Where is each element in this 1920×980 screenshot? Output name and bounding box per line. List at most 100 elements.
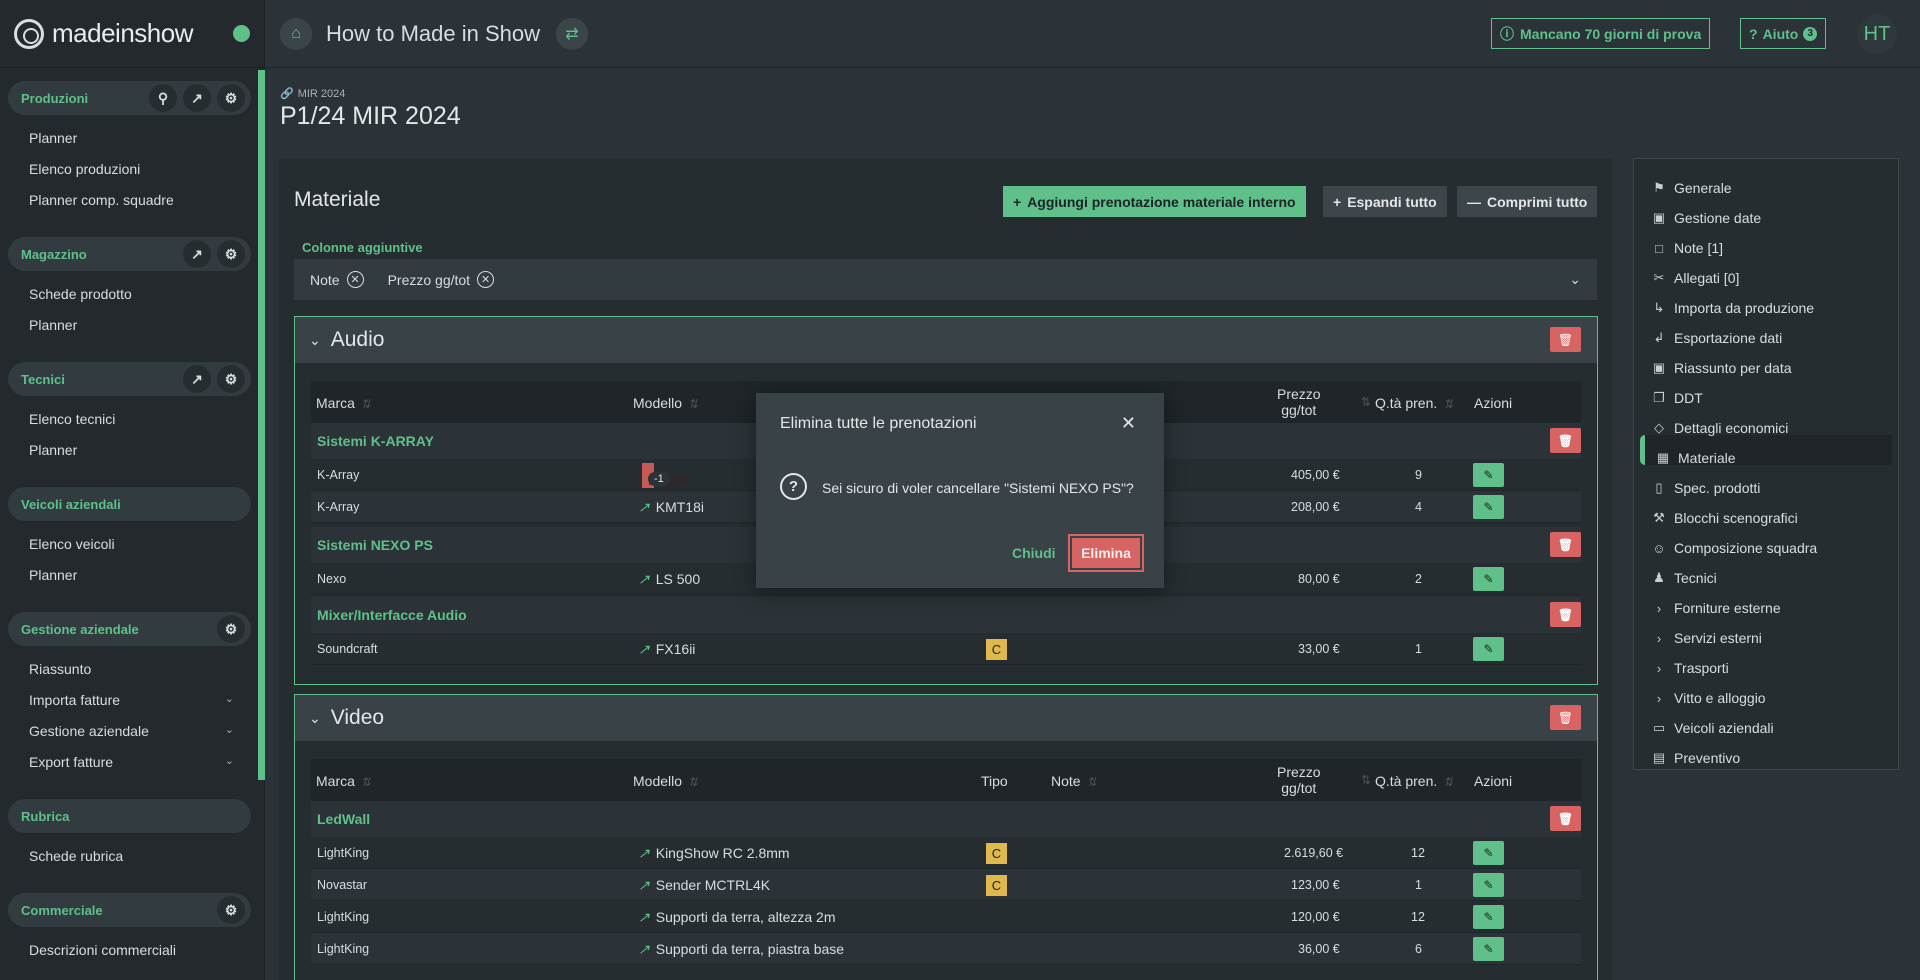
nav-item-riassunto[interactable]: Riassunto <box>29 661 234 677</box>
nav-item-descrizioni-commerciali[interactable]: Descrizioni commerciali <box>29 942 234 958</box>
nav-generale[interactable]: ⚑ Generale <box>1652 180 1731 196</box>
col-marca[interactable]: Marca ⇅ <box>316 773 371 789</box>
cell-modello[interactable]: ↗ Supporti da terra, altezza 2m <box>638 909 836 926</box>
col-modello[interactable]: Modello ⇅ <box>633 773 698 789</box>
nav-item-gestione-aziendale[interactable]: Gestione aziendale ⌄ <box>29 723 234 739</box>
chart-icon[interactable]: ↗ <box>183 365 211 393</box>
gear-icon[interactable]: ⚙ <box>217 365 245 393</box>
gear-icon[interactable]: ⚙ <box>217 896 245 924</box>
edit-icon[interactable]: ✎ <box>1473 495 1504 519</box>
col-modello[interactable]: Modello ⇅ <box>633 395 698 411</box>
col-qta[interactable]: Q.tà pren. ⇅ <box>1375 773 1453 789</box>
section-veicoli-aziendali[interactable]: Veicoli aziendali <box>8 487 251 521</box>
nav-item-planner[interactable]: Planner <box>29 567 234 583</box>
expand-all-button[interactable]: + Espandi tutto <box>1323 186 1447 217</box>
nav-servizi-esterni[interactable]: › Servizi esterni <box>1652 630 1762 646</box>
trial-badge[interactable]: ⓘ Mancano 70 giorni di prova <box>1491 18 1711 49</box>
chart-icon[interactable]: ↗ <box>183 240 211 268</box>
nav-item-elenco-veicoli[interactable]: Elenco veicoli <box>29 536 234 552</box>
trash-icon[interactable]: 🗑 <box>1550 806 1581 831</box>
help-button[interactable]: ? Aiuto 3 <box>1740 18 1827 49</box>
nav-importa-da-produzione[interactable]: ↳ Importa da produzione <box>1652 300 1815 316</box>
edit-icon[interactable]: ✎ <box>1473 873 1504 897</box>
col-prezzo[interactable]: Prezzo gg/tot <box>1277 386 1321 418</box>
logo[interactable]: madeinshow <box>0 0 264 68</box>
nav-item-planner[interactable]: Planner <box>29 130 234 146</box>
nav-trasporti[interactable]: › Trasporti <box>1652 660 1729 676</box>
chevron-down-icon[interactable]: ⌄ <box>309 710 321 727</box>
nav-item-elenco-tecnici[interactable]: Elenco tecnici <box>29 411 234 427</box>
chevron-down-icon[interactable]: ⌄ <box>1569 271 1581 288</box>
section-gestione-aziendale[interactable]: Gestione aziendale ⚙ <box>8 612 251 646</box>
breadcrumb[interactable]: 🔗 MIR 2024 <box>280 87 345 100</box>
nav-tecnici[interactable]: ♟ Tecnici <box>1652 570 1717 586</box>
chevron-down-icon[interactable]: ⌄ <box>309 332 321 349</box>
section-produzioni[interactable]: Produzioni ⚲ ↗ ⚙ <box>8 81 251 115</box>
close-icon[interactable]: ✕ <box>1121 413 1136 434</box>
switch-icon[interactable]: ⇄ <box>556 17 588 50</box>
nav-dettagli-economici[interactable]: ◇ Dettagli economici <box>1652 420 1788 436</box>
group-header[interactable]: ⌄ Video 🗑 <box>295 695 1597 741</box>
nav-item-schede-prodotto[interactable]: Schede prodotto <box>29 286 234 302</box>
nav-item-export-fatture[interactable]: Export fatture ⌄ <box>29 754 234 770</box>
home-icon[interactable]: ⌂ <box>280 17 312 50</box>
nav-item-schede-rubrica[interactable]: Schede rubrica <box>29 848 234 864</box>
remove-chip-icon[interactable]: ✕ <box>477 271 495 288</box>
nav-vitto-e-alloggio[interactable]: › Vitto e alloggio <box>1652 690 1766 706</box>
section-tecnici[interactable]: Tecnici ↗ ⚙ <box>8 362 251 396</box>
add-booking-button[interactable]: + Aggiungi prenotazione materiale interno <box>1003 186 1306 217</box>
cell-modello-warning[interactable]: ↗KK202 I-1 <box>642 463 690 504</box>
cell-modello[interactable]: ↗ LS 500 <box>638 571 700 588</box>
nav-blocchi-scenografici[interactable]: ⚒ Blocchi scenografici <box>1652 510 1798 526</box>
cell-modello[interactable]: ↗ Sender MCTRL4K <box>638 877 770 894</box>
col-qta[interactable]: Q.tà pren. ⇅ <box>1375 395 1453 411</box>
section-commerciale[interactable]: Commerciale ⚙ <box>8 893 251 927</box>
section-magazzino[interactable]: Magazzino ↗ ⚙ <box>8 237 251 271</box>
nav-item-planner-comp-squadre[interactable]: Planner comp. squadre <box>29 192 234 208</box>
trash-icon[interactable]: 🗑 <box>1550 705 1581 730</box>
collapse-all-button[interactable]: — Comprimi tutto <box>1457 186 1598 217</box>
chart-icon[interactable]: ↗ <box>183 84 211 112</box>
cell-modello[interactable]: ↗ Supporti da terra, piastra base <box>638 941 844 958</box>
cancel-button[interactable]: Chiudi <box>1012 545 1056 561</box>
cell-modello[interactable]: ↗ KMT18i <box>638 499 704 516</box>
nav-note-1[interactable]: □ Note [1] <box>1652 240 1723 256</box>
edit-icon[interactable]: ✎ <box>1473 463 1504 487</box>
gear-icon[interactable]: ⚙ <box>217 240 245 268</box>
cell-modello[interactable]: ↗ FX16ii <box>638 641 695 658</box>
trash-icon[interactable]: 🗑 <box>1550 532 1581 557</box>
avatar[interactable]: HT <box>1857 14 1897 54</box>
nav-forniture-esterne[interactable]: › Forniture esterne <box>1652 600 1781 616</box>
nav-ddt[interactable]: ❐ DDT <box>1652 390 1703 406</box>
nav-gestione-date[interactable]: ▣ Gestione date <box>1652 210 1761 226</box>
edit-icon[interactable]: ✎ <box>1473 905 1504 929</box>
nav-item-planner[interactable]: Planner <box>29 317 234 333</box>
group-header[interactable]: ⌄ Audio 🗑 <box>295 317 1597 363</box>
nav-esportazione-dati[interactable]: ↲ Esportazione dati <box>1652 330 1783 346</box>
extra-columns-select[interactable]: Note ✕ Prezzo gg/tot ✕ ⌄ <box>294 259 1597 300</box>
sort-icon[interactable]: ⇅ <box>1361 395 1371 409</box>
nav-preventivo[interactable]: ▤ Preventivo <box>1652 750 1740 766</box>
col-marca[interactable]: Marca ⇅ <box>316 395 371 411</box>
cell-modello[interactable]: ↗ KingShow RC 2.8mm <box>638 845 790 862</box>
trash-icon[interactable]: 🗑 <box>1550 428 1581 453</box>
sort-icon[interactable]: ⇅ <box>1361 773 1371 787</box>
edit-icon[interactable]: ✎ <box>1473 637 1504 661</box>
nav-allegati-0[interactable]: ✂ Allegati [0] <box>1652 270 1740 286</box>
gear-icon[interactable]: ⚙ <box>217 615 245 643</box>
trash-icon[interactable]: 🗑 <box>1550 327 1581 352</box>
trash-icon[interactable]: 🗑 <box>1550 602 1581 627</box>
col-note[interactable]: Note ⇅ <box>1051 773 1097 789</box>
nav-item-planner[interactable]: Planner <box>29 442 234 458</box>
nav-veicoli-aziendali[interactable]: ▭ Veicoli aziendali <box>1652 720 1774 736</box>
edit-icon[interactable]: ✎ <box>1473 567 1504 591</box>
nav-spec-prodotti[interactable]: ▯ Spec. prodotti <box>1652 480 1760 496</box>
nav-composizione-squadra[interactable]: ☺ Composizione squadra <box>1652 540 1817 556</box>
edit-icon[interactable]: ✎ <box>1473 841 1504 865</box>
nav-riassunto-per-data[interactable]: ▣ Riassunto per data <box>1652 360 1792 376</box>
remove-chip-icon[interactable]: ✕ <box>346 271 364 288</box>
edit-icon[interactable]: ✎ <box>1473 937 1504 961</box>
nav-materiale[interactable]: ▦ Materiale <box>1656 450 1736 466</box>
gear-icon[interactable]: ⚙ <box>217 84 245 112</box>
confirm-delete-button[interactable]: Elimina <box>1068 534 1144 572</box>
